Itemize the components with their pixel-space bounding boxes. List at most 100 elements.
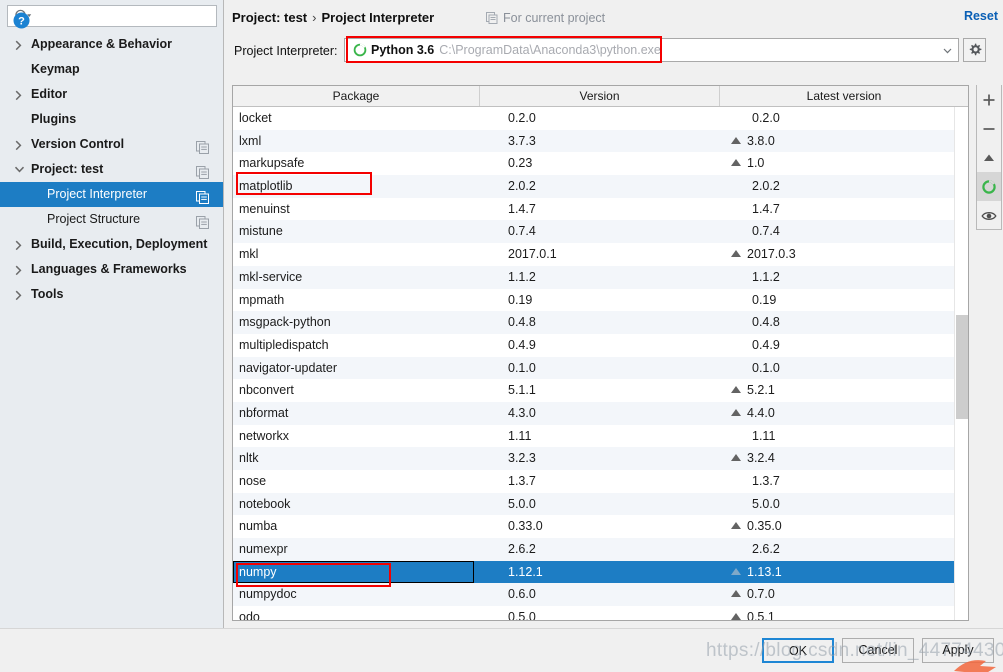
package-name-cell[interactable]: locket <box>239 107 479 130</box>
column-header-version[interactable]: Version <box>479 86 719 106</box>
table-row[interactable]: locket 0.2.0 0.2.0 <box>233 107 968 130</box>
help-icon[interactable]: ? <box>13 12 30 29</box>
table-row[interactable]: numpy 1.12.1 1.13.1 <box>233 560 968 584</box>
sidebar-item-tools[interactable]: Tools <box>0 282 223 307</box>
sidebar-item-appearance-behavior[interactable]: Appearance & Behavior <box>0 32 223 57</box>
table-row[interactable]: numba 0.33.0 0.35.0 <box>233 515 968 539</box>
sidebar-item-version-control[interactable]: Version Control <box>0 132 223 157</box>
conda-env-button[interactable] <box>977 172 1001 201</box>
chevron-down-icon[interactable] <box>941 44 954 57</box>
copy-settings-icon[interactable] <box>196 188 209 204</box>
package-name-cell[interactable]: nbformat <box>239 402 479 425</box>
packages-scrollbar-thumb[interactable] <box>956 315 968 419</box>
table-row[interactable]: numexpr 2.6.2 2.6.2 <box>233 538 968 561</box>
interpreter-settings-button[interactable] <box>963 38 986 62</box>
table-row[interactable]: nltk 3.2.3 3.2.4 <box>233 447 968 470</box>
table-row[interactable]: networkx 1.11 1.11 <box>233 424 968 448</box>
package-name-cell[interactable]: nose <box>239 470 479 493</box>
package-latest-version-cell: 1.4.7 <box>731 198 961 221</box>
package-name-cell[interactable]: lxml <box>239 130 479 153</box>
table-row[interactable]: multipledispatch 0.4.9 0.4.9 <box>233 333 968 357</box>
package-name-cell[interactable]: numba <box>239 515 479 538</box>
chevron-down-icon[interactable] <box>13 157 25 182</box>
chevron-right-icon[interactable] <box>13 257 25 282</box>
latest-version-text: 1.1.2 <box>752 269 780 284</box>
package-name-cell[interactable]: navigator-updater <box>239 357 479 380</box>
table-row[interactable]: mkl 2017.0.1 2017.0.3 <box>233 243 968 266</box>
package-version-cell: 1.4.7 <box>508 201 536 216</box>
sidebar-item-keymap[interactable]: Keymap <box>0 57 223 82</box>
sidebar-item-build-execution-deployment[interactable]: Build, Execution, Deployment <box>0 232 223 257</box>
sidebar-item-label: Appearance & Behavior <box>31 37 173 51</box>
package-name-cell[interactable]: notebook <box>239 493 479 516</box>
search-input[interactable] <box>34 6 216 28</box>
copy-settings-icon[interactable] <box>196 163 209 179</box>
uninstall-package-button[interactable] <box>977 114 1001 143</box>
chevron-right-icon[interactable] <box>13 282 25 307</box>
python-env-icon <box>353 42 367 57</box>
package-name-cell[interactable]: numexpr <box>239 538 479 561</box>
packages-table-body[interactable]: locket 0.2.0 0.2.0 lxml 3.7.3 3.8.0 markupsafe… <box>233 107 968 620</box>
table-row[interactable]: matplotlib 2.0.2 2.0.2 <box>233 175 968 198</box>
apply-button[interactable]: Apply <box>922 638 994 663</box>
interpreter-combobox[interactable]: Python 3.6 C:\ProgramData\Anaconda3\pytho… <box>344 38 959 62</box>
package-name-cell[interactable]: numpy <box>239 561 479 584</box>
breadcrumb-root[interactable]: Project: test <box>232 10 307 25</box>
package-name-cell[interactable]: networkx <box>239 425 479 448</box>
table-row[interactable]: mistune 0.7.4 0.7.4 <box>233 220 968 244</box>
package-name-cell[interactable]: numpydoc <box>239 583 479 606</box>
sidebar-item-project-structure[interactable]: Project Structure <box>0 207 223 232</box>
copy-settings-icon[interactable] <box>196 213 209 229</box>
reset-link[interactable]: Reset <box>964 9 998 23</box>
sidebar-item-languages-frameworks[interactable]: Languages & Frameworks <box>0 257 223 282</box>
package-name-cell[interactable]: mistune <box>239 220 479 243</box>
table-row[interactable]: navigator-updater 0.1.0 0.1.0 <box>233 356 968 380</box>
table-row[interactable]: nose 1.3.7 1.3.7 <box>233 470 968 493</box>
package-name-cell[interactable]: mkl-service <box>239 266 479 289</box>
package-name-cell[interactable]: markupsafe <box>239 152 479 175</box>
search-box[interactable] <box>7 5 217 28</box>
latest-version-text: 5.2.1 <box>747 383 775 398</box>
package-version-cell: 0.4.8 <box>508 315 536 330</box>
for-current-project-label: For current project <box>486 9 605 27</box>
cancel-button[interactable]: Cancel <box>842 638 914 663</box>
table-row[interactable]: mkl-service 1.1.2 1.1.2 <box>233 265 968 289</box>
table-row[interactable]: lxml 3.7.3 3.8.0 <box>233 129 968 153</box>
package-name-cell[interactable]: msgpack-python <box>239 311 479 334</box>
package-name-cell[interactable]: matplotlib <box>239 175 479 198</box>
package-name-cell[interactable]: mkl <box>239 243 479 266</box>
table-row[interactable]: markupsafe 0.23 1.0 <box>233 152 968 176</box>
column-header-package[interactable]: Package <box>233 86 479 106</box>
upgrade-package-button[interactable] <box>977 143 1001 172</box>
package-name-cell[interactable]: nbconvert <box>239 379 479 402</box>
sidebar-item-editor[interactable]: Editor <box>0 82 223 107</box>
sidebar-item-plugins[interactable]: Plugins <box>0 107 223 132</box>
table-row[interactable]: numpydoc 0.6.0 0.7.0 <box>233 583 968 607</box>
copy-settings-icon[interactable] <box>196 138 209 154</box>
table-row[interactable]: msgpack-python 0.4.8 0.4.8 <box>233 311 968 334</box>
latest-version-text: 0.4.9 <box>752 337 780 352</box>
package-name-cell[interactable]: nltk <box>239 447 479 470</box>
install-package-button[interactable] <box>977 85 1001 114</box>
package-name-cell[interactable]: menuinst <box>239 198 479 221</box>
chevron-right-icon[interactable] <box>13 32 25 57</box>
chevron-right-icon[interactable] <box>13 82 25 107</box>
show-early-releases-button[interactable] <box>977 201 1001 230</box>
packages-scrollbar-track[interactable] <box>954 107 968 620</box>
ok-button[interactable]: OK <box>762 638 834 663</box>
table-row[interactable]: mpmath 0.19 0.19 <box>233 288 968 312</box>
package-name-cell[interactable]: odo <box>239 606 479 620</box>
table-row[interactable]: nbformat 4.3.0 4.4.0 <box>233 401 968 425</box>
package-name-cell[interactable]: multipledispatch <box>239 334 479 357</box>
chevron-right-icon[interactable] <box>13 232 25 257</box>
table-row[interactable]: menuinst 1.4.7 1.4.7 <box>233 197 968 221</box>
package-name-cell[interactable]: mpmath <box>239 289 479 312</box>
packages-table[interactable]: Package Version Latest version locket 0.2… <box>232 85 969 621</box>
table-row[interactable]: notebook 5.0.0 5.0.0 <box>233 492 968 516</box>
table-row[interactable]: nbconvert 5.1.1 5.2.1 <box>233 379 968 402</box>
sidebar-item-project-test[interactable]: Project: test <box>0 157 223 182</box>
column-header-latest-version[interactable]: Latest version <box>719 86 968 106</box>
sidebar-item-project-interpreter[interactable]: Project Interpreter <box>0 182 223 207</box>
chevron-right-icon[interactable] <box>13 132 25 157</box>
table-row[interactable]: odo 0.5.0 0.5.1 <box>233 606 968 620</box>
